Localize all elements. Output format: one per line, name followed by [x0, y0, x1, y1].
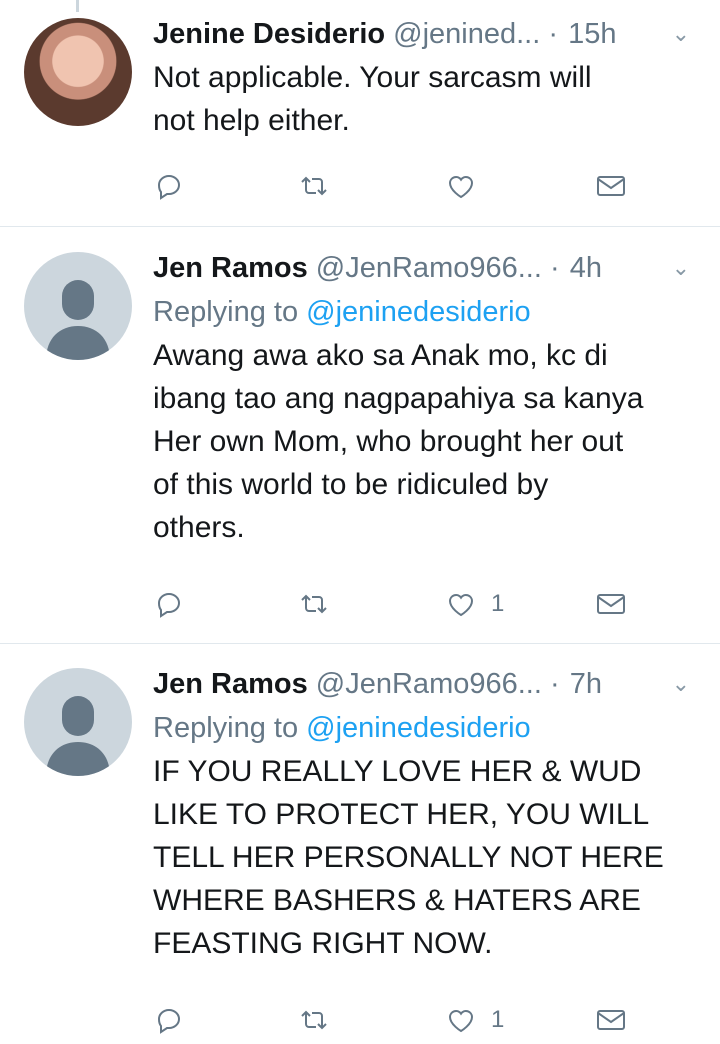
tweet-text-line: Not applicable. Your sarcasm will [153, 61, 592, 94]
reply-button[interactable] [153, 166, 185, 206]
tweet-actions: 1 [153, 584, 633, 624]
avatar[interactable] [24, 18, 132, 126]
reply-icon [157, 174, 181, 200]
direct-message-button[interactable] [595, 584, 627, 624]
tweet-text: Awang awa ako sa Anak mo, kc di ibang ta… [153, 334, 700, 549]
tweet-header: Jen Ramos @JenRamo966... · 4h ⌄ [153, 246, 700, 290]
direct-message-button[interactable] [595, 166, 627, 206]
direct-message-button[interactable] [595, 1000, 627, 1040]
retweet-button[interactable] [298, 166, 330, 206]
display-name[interactable]: Jen Ramos [153, 252, 308, 284]
tweet-text-line: IF YOU REALLY LOVE HER & WUD [153, 755, 642, 788]
chevron-down-icon[interactable]: ⌄ [672, 662, 690, 706]
tweet-text-line: TELL HER PERSONALLY NOT HERE [153, 841, 664, 874]
tweet-actions: 1 [153, 1000, 633, 1040]
avatar[interactable] [24, 668, 132, 776]
like-button[interactable]: 1 [445, 584, 504, 624]
reply-button[interactable] [153, 1000, 185, 1040]
thread-connector-line [76, 0, 79, 12]
timestamp[interactable]: 15h [568, 18, 616, 50]
like-icon [448, 594, 474, 617]
tweet-text-line: WHERE BASHERS & HATERS ARE [153, 884, 641, 917]
like-button[interactable]: 1 [445, 1000, 504, 1040]
chevron-down-icon[interactable]: ⌄ [672, 246, 690, 290]
timestamp[interactable]: 7h [570, 668, 602, 700]
tweet-text-line: Awang awa ako sa Anak mo, kc di [153, 339, 608, 372]
replying-to-line: Replying to @jeninedesiderio [153, 706, 700, 750]
reply-icon [157, 1008, 181, 1034]
tweet-3-content: Jen Ramos @JenRamo966... · 7h ⌄ Replying… [153, 662, 700, 965]
chevron-down-icon[interactable]: ⌄ [672, 12, 690, 56]
tweet-text-line: others. [153, 511, 245, 544]
separator-dot: · [548, 18, 559, 50]
tweet-text-line: LIKE TO PROTECT HER, YOU WILL [153, 798, 650, 831]
default-profile-icon [46, 280, 110, 360]
reply-button[interactable] [153, 584, 185, 624]
retweet-icon [301, 1010, 327, 1030]
replying-to-label: Replying to [153, 712, 307, 744]
user-handle[interactable]: @JenRamo966... [316, 668, 542, 700]
tweet-text: Not applicable. Your sarcasm will not he… [153, 56, 700, 142]
tweet-divider [0, 226, 720, 227]
reply-icon [157, 592, 181, 618]
replying-to-line: Replying to @jeninedesiderio [153, 290, 700, 334]
tweet-text-line: not help either. [153, 104, 350, 137]
like-count: 1 [491, 1006, 505, 1033]
direct-message-icon [597, 176, 625, 196]
separator-dot: · [549, 668, 560, 700]
retweet-button[interactable] [298, 1000, 330, 1040]
like-icon [448, 176, 474, 199]
retweet-icon [301, 594, 327, 614]
tweet-text-line: Her own Mom, who brought her out [153, 425, 624, 458]
tweet-actions [153, 166, 633, 206]
tweet-2-content: Jen Ramos @JenRamo966... · 4h ⌄ Replying… [153, 246, 700, 549]
tweet-1-content: Jenine Desiderio @jenined... · 15h ⌄ Not… [153, 12, 700, 142]
user-handle[interactable]: @jenined... [393, 18, 540, 50]
default-profile-icon [46, 696, 110, 776]
direct-message-icon [597, 1010, 625, 1030]
separator-dot: · [549, 252, 560, 284]
retweet-icon [301, 176, 327, 196]
direct-message-icon [597, 594, 625, 614]
tweet-divider [0, 643, 720, 644]
mention-link[interactable]: @jeninedesiderio [306, 712, 531, 744]
user-handle[interactable]: @JenRamo966... [316, 252, 542, 284]
tweet-header: Jen Ramos @JenRamo966... · 7h ⌄ [153, 662, 700, 706]
tweet-header: Jenine Desiderio @jenined... · 15h ⌄ [153, 12, 700, 56]
timestamp[interactable]: 4h [570, 252, 602, 284]
tweet-text: IF YOU REALLY LOVE HER & WUD LIKE TO PRO… [153, 750, 700, 965]
retweet-button[interactable] [298, 584, 330, 624]
mention-link[interactable]: @jeninedesiderio [306, 296, 531, 328]
avatar[interactable] [24, 252, 132, 360]
tweet-text-line: FEASTING RIGHT NOW. [153, 927, 493, 960]
like-icon [448, 1010, 474, 1033]
tweet-text-line: of this world to be ridiculed by [153, 468, 549, 501]
display-name[interactable]: Jenine Desiderio [153, 18, 385, 50]
replying-to-label: Replying to [153, 296, 307, 328]
tweet-text-line: ibang tao ang nagpapahiya sa kanya [153, 382, 644, 415]
like-button[interactable] [445, 166, 477, 206]
like-count: 1 [491, 590, 505, 617]
display-name[interactable]: Jen Ramos [153, 668, 308, 700]
